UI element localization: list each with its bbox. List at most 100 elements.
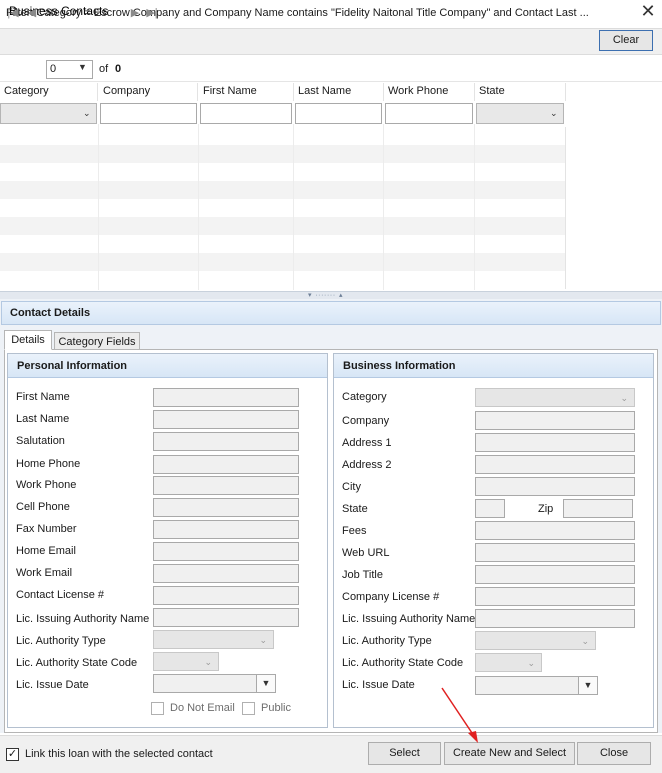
create-new-and-select-button[interactable]: Create New and Select <box>444 742 575 765</box>
state-filter-select[interactable]: ⌄ <box>476 103 564 124</box>
fax-number-field[interactable] <box>153 520 299 539</box>
check-icon: ✓ <box>7 748 18 760</box>
public-label: Public <box>261 702 291 714</box>
chevron-down-icon: ⌄ <box>83 108 91 118</box>
last-page-icon[interactable]: ▶| <box>146 6 158 20</box>
next-page-icon[interactable]: ▶ <box>129 6 141 20</box>
zip-field[interactable] <box>563 499 633 518</box>
job-title-label: Job Title <box>342 569 383 581</box>
table-row[interactable] <box>0 127 566 145</box>
filter-bar <box>0 28 662 55</box>
contact-license-field[interactable] <box>153 586 299 605</box>
home-phone-label: Home Phone <box>16 458 81 470</box>
contact-details-header <box>1 301 661 325</box>
lic-authority-state-code-label: Lic. Authority State Code <box>16 657 138 669</box>
column-divider <box>293 124 294 290</box>
column-divider <box>383 124 384 290</box>
column-divider <box>198 124 199 290</box>
chevron-down-icon: ⌄ <box>259 635 267 645</box>
last-name-filter-input[interactable] <box>295 103 382 124</box>
company-filter-input[interactable] <box>100 103 197 124</box>
column-header-category[interactable]: Category <box>0 83 98 101</box>
table-row[interactable] <box>0 199 566 217</box>
chevron-down-icon: ⌄ <box>527 658 535 668</box>
table-row[interactable] <box>0 145 566 163</box>
company-field[interactable] <box>475 411 635 430</box>
work-email-field[interactable] <box>153 564 299 583</box>
chevron-down-icon[interactable]: ▼ <box>256 675 275 692</box>
home-phone-field[interactable] <box>153 455 299 474</box>
splitter-grip-icon[interactable]: ▾ ∙∙∙∙∙∙∙ ▴ <box>308 291 344 299</box>
first-name-field[interactable] <box>153 388 299 407</box>
contact-details-title: Contact Details <box>10 307 91 319</box>
link-loan-checkbox[interactable]: ✓ <box>6 748 19 761</box>
close-button[interactable]: Close <box>577 742 651 765</box>
home-email-field[interactable] <box>153 542 299 561</box>
first-name-filter-input[interactable] <box>200 103 292 124</box>
fees-label: Fees <box>342 525 367 537</box>
table-row[interactable] <box>0 181 566 199</box>
web-url-field[interactable] <box>475 543 635 562</box>
address-2-field[interactable] <box>475 455 635 474</box>
salutation-label: Salutation <box>16 435 65 447</box>
business-lic-authority-state-code-label: Lic. Authority State Code <box>342 657 464 669</box>
job-title-field[interactable] <box>475 565 635 584</box>
work-email-label: Work Email <box>16 567 73 579</box>
city-field[interactable] <box>475 477 635 496</box>
column-header-state[interactable]: State <box>475 83 566 101</box>
business-information-heading: Business Information <box>334 354 653 378</box>
fees-field[interactable] <box>475 521 635 540</box>
chevron-down-icon: ⌄ <box>204 657 212 667</box>
page-of-label: of <box>99 63 109 75</box>
public-checkbox[interactable] <box>242 702 255 715</box>
business-lic-authority-state-code-select[interactable]: ⌄ <box>475 653 542 672</box>
do-not-email-checkbox[interactable] <box>151 702 164 715</box>
cell-phone-field[interactable] <box>153 498 299 517</box>
close-window-icon[interactable]: ✕ <box>638 1 658 21</box>
state-field[interactable] <box>475 499 505 518</box>
lic-authority-state-code-select[interactable]: ⌄ <box>153 652 219 671</box>
table-row[interactable] <box>0 253 566 271</box>
table-row[interactable] <box>0 271 566 289</box>
business-lic-issuing-authority-name-label: Lic. Issuing Authority Name <box>342 613 476 625</box>
work-phone-field[interactable] <box>153 476 299 495</box>
fax-number-label: Fax Number <box>16 523 77 535</box>
salutation-field[interactable] <box>153 432 299 451</box>
work-phone-filter-input[interactable] <box>385 103 473 124</box>
page-total: 0 <box>115 63 122 75</box>
previous-page-icon[interactable]: ◀ <box>26 6 38 20</box>
chevron-down-icon: ⌄ <box>581 636 589 646</box>
table-row[interactable] <box>0 163 566 181</box>
chevron-down-icon[interactable]: ▼ <box>578 677 597 694</box>
business-lic-issue-date-label: Lic. Issue Date <box>342 679 415 691</box>
category-filter-select[interactable]: ⌄ <box>0 103 97 124</box>
tab-details[interactable]: Details <box>4 330 52 350</box>
lic-issuing-authority-name-field[interactable] <box>153 608 299 627</box>
column-header-work-phone[interactable]: Work Phone <box>384 83 475 101</box>
lic-authority-type-select[interactable]: ⌄ <box>153 630 274 649</box>
company-license-field[interactable] <box>475 587 635 606</box>
last-name-field[interactable] <box>153 410 299 429</box>
tab-category-fields[interactable]: Category Fields <box>54 332 140 350</box>
address-2-label: Address 2 <box>342 459 392 471</box>
select-button[interactable]: Select <box>368 742 441 765</box>
lic-issue-date-picker[interactable]: ▼ <box>153 674 276 693</box>
personal-information-heading: Personal Information <box>8 354 327 378</box>
table-row[interactable] <box>0 235 566 253</box>
business-lic-issue-date-picker[interactable]: ▼ <box>475 676 598 695</box>
column-header-last-name[interactable]: Last Name <box>294 83 384 101</box>
column-header-company[interactable]: Company <box>99 83 198 101</box>
address-1-field[interactable] <box>475 433 635 452</box>
table-row[interactable] <box>0 217 566 235</box>
column-header-first-name[interactable]: First Name <box>199 83 294 101</box>
first-page-icon[interactable]: |◀ <box>7 6 19 20</box>
page-number-value: 0 <box>50 63 57 75</box>
category-select[interactable]: ⌄ <box>475 388 635 407</box>
business-lic-issuing-authority-name-field[interactable] <box>475 609 635 628</box>
first-name-label: First Name <box>16 391 70 403</box>
city-label: City <box>342 481 361 493</box>
business-lic-authority-type-select[interactable]: ⌄ <box>475 631 596 650</box>
lic-issue-date-label: Lic. Issue Date <box>16 679 89 691</box>
clear-filter-button[interactable]: Clear <box>599 30 653 51</box>
column-divider <box>98 124 99 290</box>
